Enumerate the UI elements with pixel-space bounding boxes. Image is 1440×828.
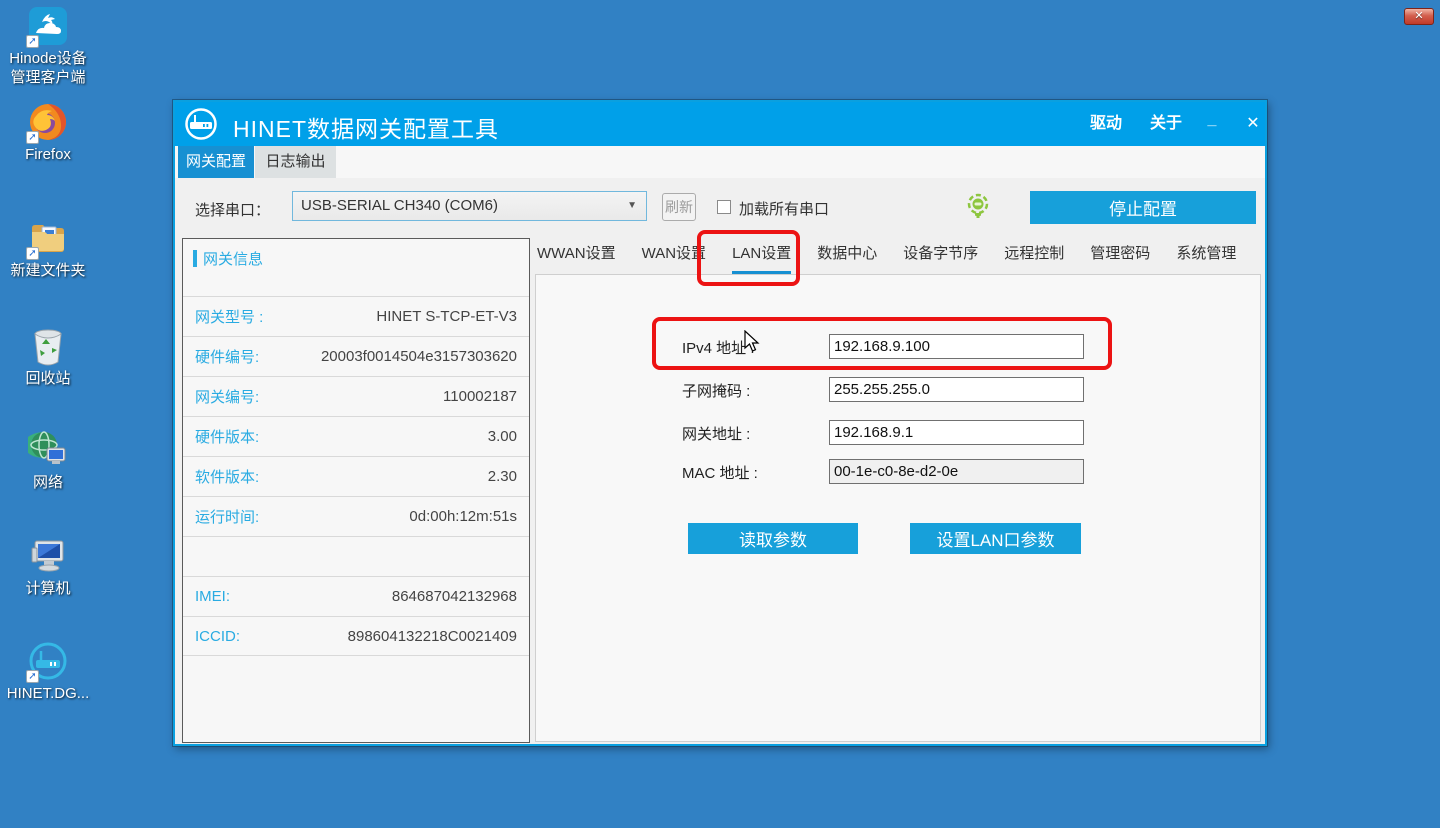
minimize-button[interactable]: _ bbox=[1193, 102, 1231, 146]
folder-icon: ➚ bbox=[28, 218, 68, 258]
load-all-ports-label: 加载所有串口 bbox=[739, 198, 829, 219]
desktop-icon-label: Hinode设备 管理客户端 bbox=[0, 50, 96, 88]
subnet-mask-label: 子网掩码 : bbox=[682, 380, 750, 401]
desktop-icon-label: 新建文件夹 bbox=[0, 262, 96, 281]
gateway-address-input[interactable] bbox=[829, 420, 1084, 445]
desktop-icon-label: HINET.DG... bbox=[0, 685, 96, 704]
info-row-uptime: 运行时间: 0d:00h:12m:51s bbox=[183, 496, 529, 536]
tab-lan-settings[interactable]: LAN设置 bbox=[732, 242, 791, 274]
serial-port-select[interactable]: USB-SERIAL CH340 (COM6) ▼ bbox=[292, 191, 647, 221]
firefox-icon: ➚ bbox=[28, 102, 68, 142]
ipv4-address-input[interactable] bbox=[829, 334, 1084, 359]
tab-gateway-config[interactable]: 网关配置 bbox=[178, 146, 254, 178]
stop-config-button[interactable]: 停止配置 bbox=[1030, 191, 1256, 224]
window-titlebar: HINET数据网关配置工具 驱动 关于 _ ✕ bbox=[175, 102, 1265, 146]
gateway-info-panel: 网关信息 网关型号 : HINET S-TCP-ET-V3 硬件编号: 2000… bbox=[182, 238, 530, 743]
desktop-icon-label: Firefox bbox=[0, 146, 96, 165]
info-row-gw-id: 网关编号: 110002187 bbox=[183, 376, 529, 416]
mac-address-label: MAC 地址 : bbox=[682, 462, 758, 483]
computer-icon bbox=[28, 536, 68, 576]
shortcut-arrow-icon: ➚ bbox=[26, 35, 39, 48]
desktop-icon-recycle-bin[interactable]: 回收站 bbox=[0, 326, 96, 389]
ipv4-address-label: IPv4 地址 : bbox=[682, 337, 755, 358]
gateway-address-label: 网关地址 : bbox=[682, 423, 750, 444]
window-title: HINET数据网关配置工具 bbox=[233, 110, 499, 144]
desktop-icon-firefox[interactable]: ➚ Firefox bbox=[0, 102, 96, 165]
info-row-iccid: ICCID: 898604132218C0021409 bbox=[183, 616, 529, 656]
shortcut-arrow-icon: ➚ bbox=[26, 247, 39, 260]
hinet-config-window: HINET数据网关配置工具 驱动 关于 _ ✕ 网关配置 日志输出 选择串口： … bbox=[173, 100, 1267, 746]
info-row-sw-version: 软件版本: 2.30 bbox=[183, 456, 529, 496]
tab-log-output[interactable]: 日志输出 bbox=[255, 146, 336, 178]
info-row-empty bbox=[183, 536, 529, 576]
serial-port-value: USB-SERIAL CH340 (COM6) bbox=[301, 197, 498, 214]
tab-wwan-settings[interactable]: WWAN设置 bbox=[537, 242, 616, 274]
close-button[interactable]: ✕ bbox=[1233, 102, 1273, 146]
load-all-ports-checkbox[interactable] bbox=[717, 200, 731, 214]
screen-close-button[interactable]: ✕ bbox=[1404, 8, 1434, 25]
desktop-icon-label: 计算机 bbox=[0, 580, 96, 599]
info-row-hw-id: 硬件编号: 20003f0014504e3157303620 bbox=[183, 336, 529, 376]
driver-button[interactable]: 驱动 bbox=[1080, 102, 1132, 146]
desktop-icon-network[interactable]: 网络 bbox=[0, 430, 96, 493]
status-bulb-icon bbox=[966, 193, 990, 219]
gateway-info-rows: 网关型号 : HINET S-TCP-ET-V3 硬件编号: 20003f001… bbox=[183, 296, 529, 656]
gateway-info-title: 网关信息 bbox=[203, 248, 263, 269]
main-tab-bar: 网关配置 日志输出 bbox=[175, 146, 1265, 178]
hinode-app-icon: ➚ bbox=[28, 6, 68, 46]
shortcut-arrow-icon: ➚ bbox=[26, 670, 39, 683]
mac-address-input[interactable] bbox=[829, 459, 1084, 484]
subnet-mask-input[interactable] bbox=[829, 377, 1084, 402]
desktop-icon-hinode[interactable]: ➚ Hinode设备 管理客户端 bbox=[0, 6, 96, 88]
tab-system-management[interactable]: 系统管理 bbox=[1176, 242, 1236, 274]
tab-wan-settings[interactable]: WAN设置 bbox=[642, 242, 706, 274]
desktop-icon-hinet-dg[interactable]: ➚ HINET.DG... bbox=[0, 641, 96, 704]
about-button[interactable]: 关于 bbox=[1140, 102, 1192, 146]
settings-tab-bar: WWAN设置 WAN设置 LAN设置 数据中心 设备字节序 远程控制 管理密码 … bbox=[537, 242, 1236, 274]
gateway-info-header: 网关信息 bbox=[193, 248, 263, 269]
network-icon bbox=[28, 430, 68, 470]
desktop-icon-label: 网络 bbox=[0, 474, 96, 493]
hinet-app-icon: ➚ bbox=[28, 641, 68, 681]
tab-admin-password[interactable]: 管理密码 bbox=[1090, 242, 1150, 274]
desktop-icon-computer[interactable]: 计算机 bbox=[0, 536, 96, 599]
window-content: 选择串口： USB-SERIAL CH340 (COM6) ▼ 刷新 加载所有串… bbox=[175, 178, 1265, 744]
tab-data-center[interactable]: 数据中心 bbox=[817, 242, 877, 274]
tab-remote-control[interactable]: 远程控制 bbox=[1004, 242, 1064, 274]
desktop-icon-label: 回收站 bbox=[0, 370, 96, 389]
header-accent-bar bbox=[193, 250, 197, 267]
chevron-down-icon: ▼ bbox=[627, 192, 637, 220]
info-row-imei: IMEI: 864687042132968 bbox=[183, 576, 529, 616]
desktop-icon-new-folder[interactable]: ➚ 新建文件夹 bbox=[0, 218, 96, 281]
shortcut-arrow-icon: ➚ bbox=[26, 131, 39, 144]
refresh-button[interactable]: 刷新 bbox=[662, 193, 696, 221]
recycle-bin-icon bbox=[28, 326, 68, 366]
info-row-model: 网关型号 : HINET S-TCP-ET-V3 bbox=[183, 296, 529, 336]
info-row-hw-version: 硬件版本: 3.00 bbox=[183, 416, 529, 456]
serial-port-label: 选择串口： bbox=[195, 199, 270, 220]
tab-byte-order[interactable]: 设备字节序 bbox=[903, 242, 978, 274]
read-params-button[interactable]: 读取参数 bbox=[688, 523, 858, 554]
router-app-icon bbox=[184, 107, 218, 141]
set-lan-params-button[interactable]: 设置LAN口参数 bbox=[910, 523, 1081, 554]
